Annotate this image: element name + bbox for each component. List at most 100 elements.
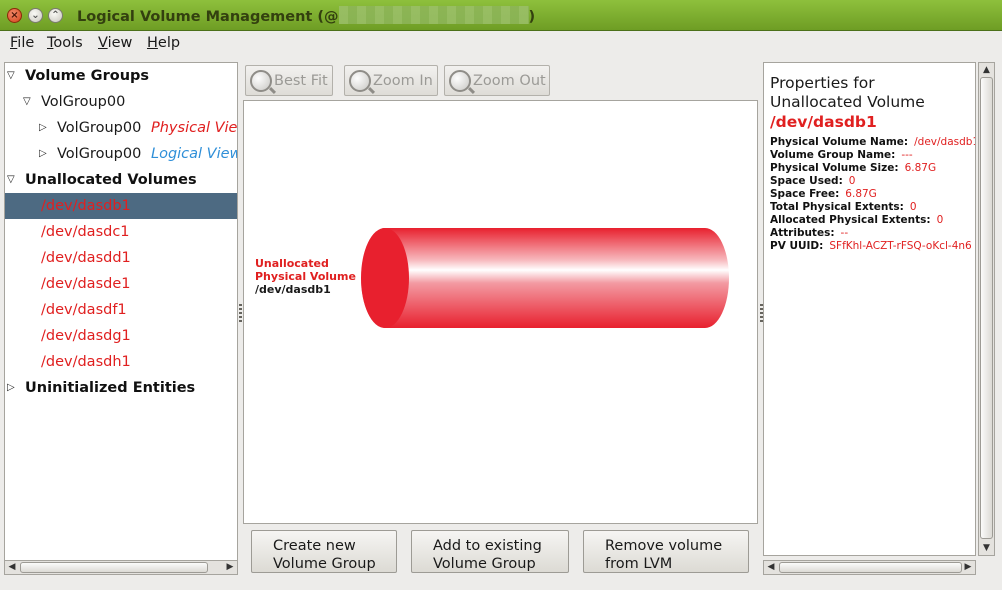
scroll-left-arrow-icon[interactable]: ◀ — [5, 561, 19, 574]
property-value: SFfKhl-ACZT-rFSQ-oKcl-4n6 — [829, 240, 972, 252]
create-volume-group-button[interactable]: Create new Volume Group — [251, 530, 397, 573]
tree-item-volume-groups[interactable]: ▽ Volume Groups — [5, 63, 237, 89]
volume-canvas[interactable]: Unallocated Physical Volume /dev/dasdb1 — [243, 100, 758, 524]
tree-label-device: /dev/dasdf1 — [41, 302, 127, 318]
title-bar: × ⌄ ⌃ Logical Volume Management (@) — [0, 0, 1002, 31]
center-area: Best Fit Zoom In Zoom Out Unallocated Ph… — [242, 62, 759, 574]
best-fit-label: Best Fit — [274, 72, 328, 89]
remove-line1: Remove volume — [605, 538, 723, 554]
property-value: --- — [901, 149, 913, 161]
properties-horizontal-scrollbar[interactable]: ◀ ▶ — [763, 560, 976, 575]
pv-label: Unallocated Physical Volume /dev/dasdb1 — [255, 257, 356, 296]
property-row: Volume Group Name: --- — [770, 149, 913, 162]
menu-file[interactable]: File — [10, 35, 34, 51]
tree-item-volgroup00[interactable]: ▽ VolGroup00 — [5, 89, 237, 115]
scroll-up-arrow-icon[interactable]: ▲ — [979, 63, 994, 77]
tree-item-device[interactable]: /dev/dasdf1 — [5, 297, 237, 323]
expanded-triangle-icon[interactable]: ▽ — [23, 97, 33, 107]
property-row: Total Physical Extents: 0 — [770, 201, 917, 214]
tree-label-device: /dev/dasdh1 — [41, 354, 131, 370]
best-fit-button[interactable]: Best Fit — [245, 65, 333, 96]
property-key: Volume Group Name: — [770, 149, 896, 161]
window-title: Logical Volume Management (@) — [77, 6, 535, 25]
create-vg-line1: Create new — [273, 538, 356, 554]
property-key: Allocated Physical Extents: — [770, 214, 931, 226]
property-row: PV UUID: SFfKhl-ACZT-rFSQ-oKcl-4n6 — [770, 240, 972, 253]
volume-tree: ▽ Volume Groups ▽ VolGroup00 ▷ VolGroup0… — [4, 62, 238, 574]
tree-label-uninitialized: Uninitialized Entities — [25, 380, 196, 396]
scroll-down-arrow-icon[interactable]: ▼ — [979, 541, 994, 555]
tree-item-unallocated-volumes[interactable]: ▽ Unallocated Volumes — [5, 167, 237, 193]
property-value: 0 — [936, 214, 944, 226]
maximize-window-button[interactable]: ⌃ — [48, 8, 63, 23]
scroll-right-arrow-icon[interactable]: ▶ — [961, 561, 975, 574]
menu-view[interactable]: View — [98, 35, 132, 51]
close-window-button[interactable]: × — [7, 8, 22, 23]
tree-label-physical-view: Physical View — [151, 120, 238, 136]
tree-item-device[interactable]: /dev/dasdc1 — [5, 219, 237, 245]
zoom-out-button[interactable]: Zoom Out — [444, 65, 550, 96]
scrollbar-thumb[interactable] — [980, 77, 993, 539]
properties-title-line2: Unallocated Volume — [770, 93, 925, 111]
add-existing-line2: Volume Group — [433, 556, 536, 572]
minimize-window-button[interactable]: ⌄ — [28, 8, 43, 23]
property-value: 6.87G — [845, 188, 877, 200]
collapsed-triangle-icon[interactable]: ▷ — [39, 123, 49, 133]
tree-item-physical-view[interactable]: ▷ VolGroup00 Physical View — [5, 115, 237, 141]
tree-item-device[interactable]: /dev/dasdh1 — [5, 349, 237, 375]
tree-label-device: /dev/dasdc1 — [41, 224, 130, 240]
pv-label-device: /dev/dasdb1 — [255, 283, 331, 296]
property-value: /dev/dasdb1 — [914, 136, 976, 148]
close-icon: × — [10, 9, 19, 21]
scroll-right-arrow-icon[interactable]: ▶ — [223, 561, 237, 574]
menu-bar: File Tools View Help — [0, 31, 1002, 57]
tree-label-device: /dev/dasde1 — [41, 276, 131, 292]
property-key: Physical Volume Size: — [770, 162, 899, 174]
property-value: 6.87G — [904, 162, 937, 174]
collapsed-triangle-icon[interactable]: ▷ — [7, 383, 17, 393]
property-row: Physical Volume Name: /dev/dasdb1 — [770, 136, 976, 149]
tree-label-volume-groups: Volume Groups — [25, 68, 150, 84]
remove-from-lvm-button[interactable]: Remove volume from LVM — [583, 530, 749, 573]
property-key: Space Free: — [770, 188, 840, 200]
tree-item-device[interactable]: /dev/dasdg1 — [5, 323, 237, 349]
property-row: Physical Volume Size: 6.87G — [770, 162, 936, 175]
scrollbar-thumb[interactable] — [20, 562, 208, 573]
tree-item-uninitialized-entities[interactable]: ▷ Uninitialized Entities — [5, 375, 237, 401]
menu-view-rest: iew — [107, 35, 133, 51]
collapsed-triangle-icon[interactable]: ▷ — [39, 149, 49, 159]
tree-label-physical-vg: VolGroup00 — [57, 120, 142, 136]
scroll-left-arrow-icon[interactable]: ◀ — [764, 561, 778, 574]
tree-item-device[interactable]: /dev/dasde1 — [5, 271, 237, 297]
tree-label-unallocated: Unallocated Volumes — [25, 172, 197, 188]
redacted-hostname — [338, 6, 529, 24]
tree-label-device: /dev/dasdd1 — [41, 250, 131, 266]
zoom-in-label: Zoom In — [373, 72, 433, 89]
tree-label-device: /dev/dasdg1 — [41, 328, 131, 344]
pv-label-line1: Unallocated — [255, 257, 329, 270]
zoom-in-icon — [349, 69, 371, 92]
scrollbar-thumb[interactable] — [779, 562, 962, 573]
add-to-existing-vg-button[interactable]: Add to existing Volume Group — [411, 530, 569, 573]
zoom-out-icon — [449, 69, 471, 92]
window-title-prefix: Logical Volume Management (@ — [77, 9, 339, 25]
menu-help[interactable]: Help — [147, 35, 180, 51]
property-row: Space Used: 0 — [770, 175, 855, 188]
tree-item-logical-view[interactable]: ▷ VolGroup00 Logical View — [5, 141, 237, 167]
menu-help-rest: elp — [157, 35, 181, 51]
expanded-triangle-icon[interactable]: ▽ — [7, 175, 17, 185]
property-row: Attributes: -- — [770, 227, 848, 240]
properties-title: Properties for Unallocated Volume — [770, 74, 925, 112]
tree-item-device-selected[interactable]: /dev/dasdb1 — [5, 193, 237, 219]
physical-volume-cylinder[interactable] — [359, 226, 731, 330]
property-row: Space Free: 6.87G — [770, 188, 877, 201]
property-row: Allocated Physical Extents: 0 — [770, 214, 943, 227]
pv-label-line2: Physical Volume — [255, 270, 356, 283]
menu-tools[interactable]: Tools — [47, 35, 83, 51]
properties-vertical-scrollbar[interactable]: ▲ ▼ — [978, 62, 995, 556]
zoom-in-button[interactable]: Zoom In — [344, 65, 438, 96]
tree-item-device[interactable]: /dev/dasdd1 — [5, 245, 237, 271]
tree-horizontal-scrollbar[interactable]: ◀ ▶ — [4, 560, 238, 575]
minimize-icon: ⌄ — [31, 9, 40, 21]
expanded-triangle-icon[interactable]: ▽ — [7, 71, 17, 81]
